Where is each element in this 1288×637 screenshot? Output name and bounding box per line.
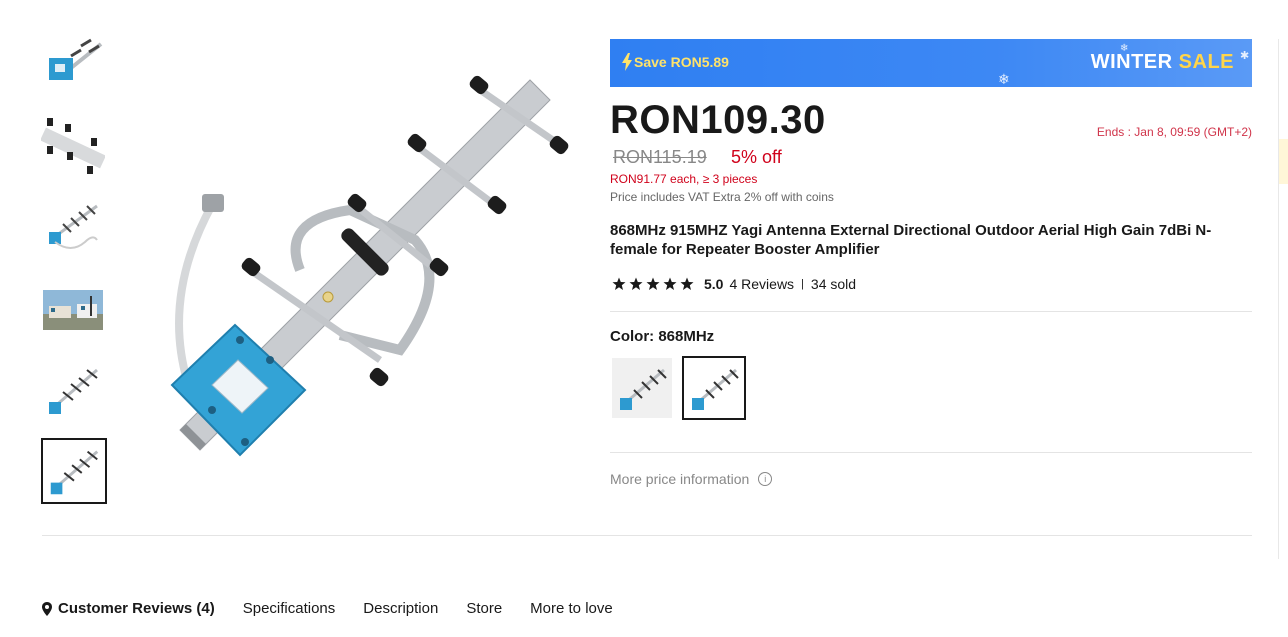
tab-store[interactable]: Store [466,600,502,617]
product-title: 868MHz 915MHZ Yagi Antenna External Dire… [610,222,1212,258]
location-pin-icon [42,601,52,616]
reviews-link[interactable]: 4 Reviews [729,276,794,292]
thumbnail-5[interactable] [41,358,105,422]
tab-specifications[interactable]: Specifications [243,600,336,617]
rating-row: 5.0 4 Reviews | 34 sold [612,276,856,292]
discount-percent: 5% off [731,147,782,167]
lightning-icon [622,53,632,76]
vat-note: Price includes VAT Extra 2% off with coi… [610,190,834,204]
main-product-image[interactable] [150,60,590,480]
thumbnail-1[interactable] [41,36,105,100]
tab-customer-reviews[interactable]: Customer Reviews (4) [42,600,215,617]
tab-label: Customer Reviews (4) [58,600,215,617]
divider [42,535,1252,536]
swatch-1[interactable] [612,358,672,418]
star-icon [629,277,643,290]
thumbnail-3[interactable] [41,194,105,258]
thumbnail-6[interactable] [41,438,107,504]
star-rating [612,277,694,291]
divider [610,311,1252,312]
info-icon[interactable]: i [758,472,773,486]
side-tag [1279,139,1288,184]
sale-text: SALE [1178,51,1234,73]
save-amount: Save RON5.89 [634,54,729,70]
divider [610,452,1252,453]
more-price-info[interactable]: More price information i [610,471,773,487]
sale-end-time: Ends : Jan 8, 09:59 (GMT+2) [1096,125,1252,139]
side-panel-edge [1278,39,1288,559]
star-icon [646,277,660,290]
rating-score: 5.0 [704,276,724,292]
thumbnail-2[interactable] [41,112,105,176]
tab-more-to-love[interactable]: More to love [530,600,613,617]
more-price-label: More price information [610,471,750,487]
color-label: Color: 868MHz [610,328,715,345]
bulk-price: RON91.77 each, ≥ 3 pieces [610,172,758,186]
star-icon [663,277,677,290]
star-icon [612,277,626,290]
separator: | [801,278,804,290]
product-tabs: Customer Reviews (4) Specifications Desc… [42,600,641,617]
tab-description[interactable]: Description [363,600,438,617]
thumbnail-4[interactable] [41,276,105,340]
swatch-2[interactable] [682,356,746,420]
original-price: RON115.19 [613,147,707,167]
sold-count: 34 sold [810,276,857,292]
snowflake-icon: ✱ [1240,50,1250,62]
snowflake-icon: ❄ [998,71,1010,87]
current-price: RON109.30 [610,98,826,142]
winter-sale-label: WINTER SALE [1091,51,1234,74]
winter-text: WINTER [1090,51,1173,73]
promo-banner[interactable]: Save RON5.89 ❄ ❄ ✱ WINTER SALE [610,39,1252,87]
star-icon [680,277,694,290]
